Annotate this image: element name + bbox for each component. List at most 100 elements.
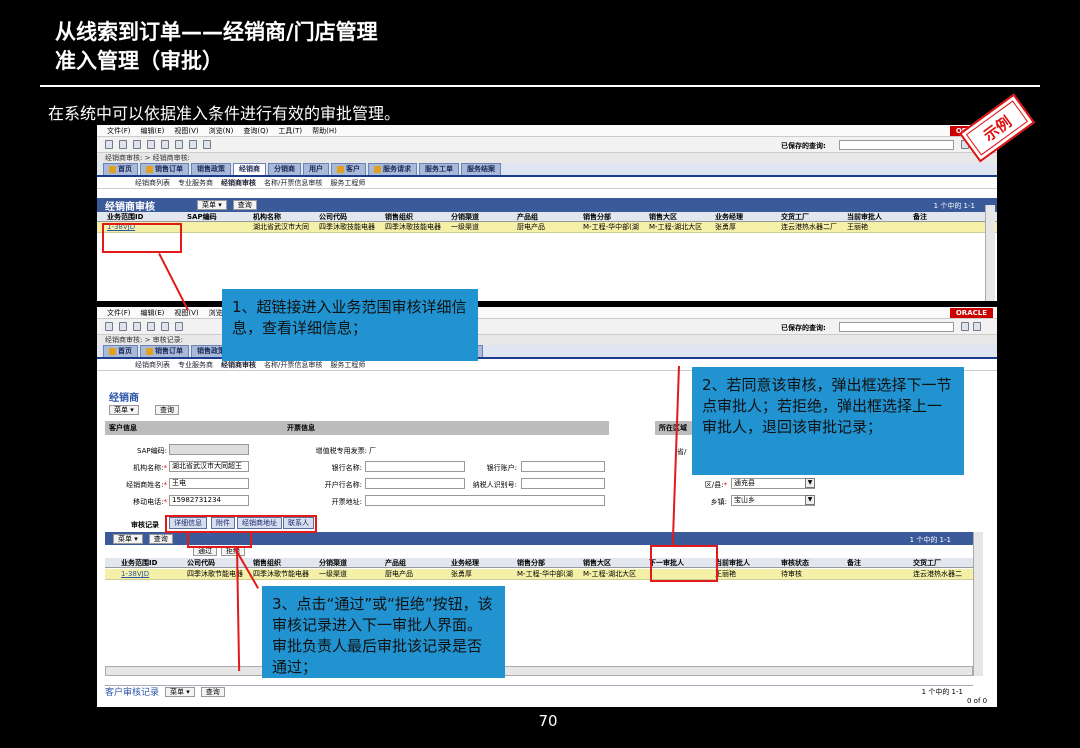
clock-icon[interactable]	[189, 140, 197, 149]
print-icon[interactable]	[175, 140, 183, 149]
col-header[interactable]: 交货工厂	[911, 558, 971, 568]
menu-file[interactable]: 文件(F)	[107, 126, 131, 136]
new-icon[interactable]	[105, 322, 113, 331]
col-header[interactable]: 公司代码	[317, 212, 383, 222]
saved-query-select[interactable]	[839, 140, 954, 150]
tab-dealer[interactable]: 经销商	[233, 163, 266, 175]
col-header[interactable]: 销售大区	[647, 212, 713, 222]
col-header[interactable]: 机构名称	[251, 212, 317, 222]
menu-file[interactable]: 文件(F)	[107, 308, 131, 318]
col-header[interactable]: 业务经理	[713, 212, 779, 222]
menu-navigate[interactable]: 浏览(N)	[209, 126, 234, 136]
col-header[interactable]: 业务经理	[449, 558, 515, 568]
col-header[interactable]: 分销渠道	[449, 212, 515, 222]
tab-distributor[interactable]: 分销商	[268, 163, 301, 175]
tab-sales-order[interactable]: 销售订单	[140, 345, 189, 357]
search-icon[interactable]	[147, 322, 155, 331]
menu-button[interactable]: 菜单 ▾	[113, 533, 143, 544]
col-header[interactable]: 当前审批人	[713, 558, 779, 568]
subnav-dealer-audit[interactable]: 经销商审核	[221, 360, 256, 370]
subnav-name-invoice-audit[interactable]: 名称/开票信息审核	[264, 360, 322, 370]
dealer-name-field[interactable]: 王电	[169, 478, 249, 489]
col-header[interactable]: 销售分部	[515, 558, 581, 568]
org-name-field[interactable]: 湖北省武汉市大同超王	[169, 461, 249, 472]
col-header[interactable]: 销售分部	[581, 212, 647, 222]
col-header[interactable]: 业务范围ID	[119, 558, 185, 568]
sap-field[interactable]	[169, 444, 249, 455]
new-icon[interactable]	[105, 140, 113, 149]
vat-value[interactable]: 厂	[369, 446, 376, 456]
mobile-field[interactable]: 15982731234	[169, 495, 249, 506]
account-field[interactable]	[521, 461, 605, 472]
horizontal-scrollbar[interactable]	[105, 666, 973, 676]
col-header[interactable]: 审核状态	[779, 558, 845, 568]
subnav-dealer-list[interactable]: 经销商列表	[135, 360, 170, 370]
col-header[interactable]: 产品组	[515, 212, 581, 222]
tab-home[interactable]: 首页	[103, 163, 138, 175]
edit-query-icon[interactable]	[973, 322, 981, 331]
col-header[interactable]: 备注	[845, 558, 911, 568]
invoice-address-field[interactable]	[365, 495, 605, 506]
subnav-dealer-audit[interactable]: 经销商审核	[221, 178, 256, 188]
table-row[interactable]: 1-38VJD 四季沐歌节能电器 四季沐歌节能电器 一级渠道 厨电产品 张勇厚 …	[105, 569, 973, 580]
menu-edit[interactable]: 编辑(E)	[141, 126, 165, 136]
business-scope-id-link[interactable]: 1-38VJD	[119, 570, 185, 578]
query-button[interactable]: 查询	[200, 686, 225, 697]
back-icon[interactable]	[133, 322, 141, 331]
chevron-down-icon[interactable]: ▼	[805, 495, 815, 505]
query-button[interactable]: 查询	[155, 405, 179, 415]
menu-button[interactable]: 菜单 ▾	[165, 686, 195, 697]
col-header[interactable]: 交货工厂	[779, 212, 845, 222]
taxid-field[interactable]	[521, 478, 605, 489]
subnav-dealer-list[interactable]: 经销商列表	[135, 178, 170, 188]
menu-edit[interactable]: 编辑(E)	[141, 308, 165, 318]
menu-button[interactable]: 菜单 ▾	[109, 405, 139, 415]
saved-query-select[interactable]	[839, 322, 954, 332]
save-icon[interactable]	[119, 322, 127, 331]
col-header[interactable]: 销售组织	[383, 212, 449, 222]
col-header[interactable]: 备注	[911, 212, 961, 222]
run-query-icon[interactable]	[961, 322, 969, 331]
town-field[interactable]: 宝山乡	[731, 495, 815, 506]
chevron-down-icon[interactable]: ▼	[805, 478, 815, 488]
subnav-service-provider[interactable]: 专业服务商	[178, 360, 213, 370]
col-header[interactable]: 当前审批人	[845, 212, 911, 222]
col-header[interactable]: SAP编码	[185, 212, 251, 222]
save-icon[interactable]	[119, 140, 127, 149]
report-icon[interactable]	[161, 322, 169, 331]
col-header[interactable]: 产品组	[383, 558, 449, 568]
tab-user[interactable]: 用户	[303, 163, 329, 175]
table-row[interactable]: 1-38VJD 湖北省武汉市大同 四季沐歌技能电器 四季沐歌技能电器 一级渠道 …	[97, 222, 997, 233]
col-header[interactable]: 分销渠道	[317, 558, 383, 568]
menu-view[interactable]: 视图(V)	[174, 126, 198, 136]
back-icon[interactable]	[133, 140, 141, 149]
tab-service-close[interactable]: 服务结案	[461, 163, 501, 175]
menu-button[interactable]: 菜单 ▾	[197, 200, 227, 210]
menu-help[interactable]: 帮助(H)	[312, 126, 337, 136]
county-field[interactable]: 通充县	[731, 478, 815, 489]
tab-sales-order[interactable]: 销售订单	[140, 163, 189, 175]
tab-customer[interactable]: 客户	[331, 163, 366, 175]
tab-service-order[interactable]: 服务工单	[419, 163, 459, 175]
col-header[interactable]: 销售组织	[251, 558, 317, 568]
print-icon[interactable]	[175, 322, 183, 331]
subnav-service-engineer[interactable]: 服务工程师	[330, 360, 365, 370]
search-icon[interactable]	[147, 140, 155, 149]
col-header[interactable]: 业务范围ID	[105, 212, 185, 222]
col-header[interactable]: 销售大区	[581, 558, 647, 568]
tab-audit-record[interactable]: 审核记录	[131, 520, 159, 530]
report-icon[interactable]	[161, 140, 169, 149]
tab-sales-policy[interactable]: 销售政策	[191, 163, 231, 175]
vertical-scrollbar[interactable]	[985, 205, 995, 301]
query-button[interactable]: 查询	[148, 533, 173, 544]
subnav-name-invoice-audit[interactable]: 名称/开票信息审核	[264, 178, 322, 188]
chart-icon[interactable]	[203, 140, 211, 149]
vertical-scrollbar[interactable]	[973, 532, 983, 676]
menu-tools[interactable]: 工具(T)	[278, 126, 302, 136]
bank-field[interactable]	[365, 461, 465, 472]
menu-query[interactable]: 查询(Q)	[243, 126, 268, 136]
subnav-service-engineer[interactable]: 服务工程师	[330, 178, 365, 188]
query-button[interactable]: 查询	[232, 200, 257, 210]
tab-home[interactable]: 首页	[103, 345, 138, 357]
subnav-service-provider[interactable]: 专业服务商	[178, 178, 213, 188]
